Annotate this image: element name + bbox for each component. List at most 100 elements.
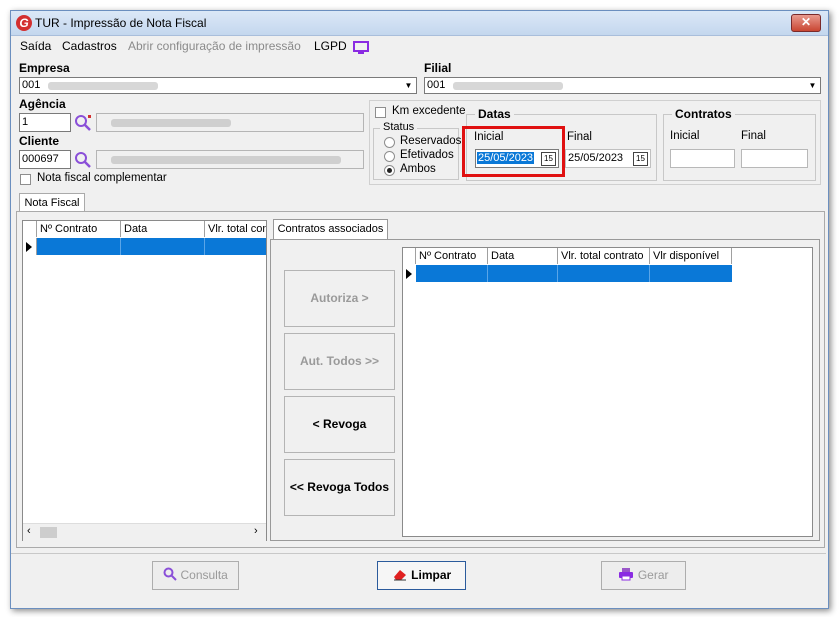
datas-final-value: 25/05/2023	[568, 152, 624, 164]
datas-final-label: Final	[567, 131, 592, 143]
row-cell-separator	[120, 238, 121, 255]
right-col-contrato[interactable]: Nº Contrato	[416, 248, 488, 264]
main-window: G TUR - Impressão de Nota Fiscal ✕ Saída…	[10, 10, 829, 609]
right-grid-corner	[403, 248, 416, 264]
contratos-final-label: Final	[741, 130, 766, 142]
radio-efetivados[interactable]	[384, 151, 395, 162]
empresa-label: Empresa	[19, 61, 70, 75]
datas-title: Datas	[475, 107, 514, 121]
cliente-name-field	[96, 150, 364, 169]
tab-nota-fiscal[interactable]: Nota Fiscal	[19, 193, 85, 213]
title-bar: G TUR - Impressão de Nota Fiscal ✕	[11, 11, 828, 36]
tab-contratos-associados[interactable]: Contratos associados	[273, 219, 388, 240]
bottom-divider	[11, 553, 826, 554]
gerar-label: Gerar	[637, 568, 669, 582]
scrollbar-thumb[interactable]	[40, 527, 57, 538]
empresa-select[interactable]: 001 ▼	[19, 77, 417, 94]
row-cell-separator	[204, 238, 205, 255]
empresa-value: 001	[22, 79, 41, 91]
right-grid-header: Nº Contrato Data Vlr. total contrato Vlr…	[403, 248, 732, 266]
consulta-button: Consulta	[152, 561, 239, 590]
chevron-down-icon: ▼	[404, 81, 413, 90]
cliente-label: Cliente	[19, 134, 60, 148]
left-grid-corner	[23, 221, 37, 237]
cliente-input[interactable]: 000697	[19, 150, 71, 169]
nota-complementar-label: Nota fiscal complementar	[37, 172, 167, 184]
contratos-title: Contratos	[672, 107, 735, 121]
revoga-todos-button[interactable]: << Revoga Todos	[284, 459, 395, 516]
highlight-box	[462, 126, 565, 177]
left-col-vlr-total[interactable]: Vlr. total contrato	[205, 221, 266, 237]
close-icon: ✕	[800, 15, 812, 29]
km-excedente-checkbox[interactable]	[375, 107, 386, 118]
aut-todos-label: Aut. Todos >>	[299, 354, 380, 368]
radio-ambos[interactable]	[384, 165, 395, 176]
agencia-name-redacted	[111, 119, 231, 127]
menu-cadastros[interactable]: Cadastros	[62, 39, 117, 53]
cliente-name-redacted	[111, 156, 341, 164]
menu-abrir-configuracao: Abrir configuração de impressão	[128, 39, 301, 53]
datas-final-input[interactable]: 25/05/2023 15	[565, 149, 651, 168]
contratos-final-input[interactable]	[741, 149, 808, 168]
limpar-button[interactable]: Limpar	[377, 561, 466, 590]
search-icon[interactable]	[74, 114, 92, 132]
window-title: TUR - Impressão de Nota Fiscal	[35, 16, 207, 30]
row-indicator-icon	[403, 265, 417, 282]
contratos-inicial-input[interactable]	[670, 149, 735, 168]
contratos-group: Contratos	[663, 107, 816, 181]
radio-reservados-label: Reservados	[400, 135, 462, 147]
gerar-button: Gerar	[601, 561, 686, 590]
row-indicator-icon	[23, 238, 37, 255]
filial-name-redacted	[453, 82, 563, 90]
calendar-icon[interactable]: 15	[633, 152, 648, 166]
revoga-label: < Revoga	[312, 417, 367, 431]
chevron-right-icon[interactable]: ›	[254, 525, 258, 537]
search-icon	[163, 567, 177, 581]
radio-reservados[interactable]	[384, 137, 395, 148]
right-col-data[interactable]: Data	[488, 248, 558, 264]
aut-todos-button: Aut. Todos >>	[284, 333, 395, 390]
agencia-label: Agência	[19, 97, 66, 111]
row-cell-separator	[649, 265, 650, 282]
filial-value: 001	[427, 79, 446, 91]
monitor-icon[interactable]	[353, 41, 369, 54]
empresa-name-redacted	[48, 82, 158, 90]
agencia-input[interactable]: 1	[19, 113, 71, 132]
left-grid[interactable]: Nº Contrato Data Vlr. total contrato ‹ ›	[22, 220, 267, 541]
close-button[interactable]: ✕	[791, 14, 821, 32]
filial-label: Filial	[424, 61, 452, 75]
limpar-label: Limpar	[411, 568, 452, 582]
consulta-label: Consulta	[180, 568, 228, 582]
agencia-name-field	[96, 113, 364, 132]
horizontal-scrollbar[interactable]: ‹ ›	[23, 523, 266, 541]
row-cell-separator	[487, 265, 488, 282]
autoriza-label: Autoriza >	[310, 291, 369, 305]
radio-efetivados-label: Efetivados	[400, 149, 454, 161]
menu-bar: Saída Cadastros Abrir configuração de im…	[11, 36, 828, 56]
menu-lgpd[interactable]: LGPD	[314, 39, 347, 53]
left-col-data[interactable]: Data	[121, 221, 205, 237]
status-title: Status	[380, 121, 418, 133]
contratos-inicial-label: Inicial	[670, 130, 700, 142]
eraser-icon	[393, 570, 406, 581]
revoga-button[interactable]: < Revoga	[284, 396, 395, 453]
revoga-todos-label: << Revoga Todos	[289, 480, 390, 494]
right-grid[interactable]: Nº Contrato Data Vlr. total contrato Vlr…	[402, 247, 813, 537]
chevron-left-icon[interactable]: ‹	[27, 525, 31, 537]
app-logo-icon: G	[16, 15, 32, 31]
table-row[interactable]	[37, 238, 266, 255]
radio-ambos-label: Ambos	[400, 163, 436, 175]
printer-icon	[619, 568, 634, 581]
chevron-down-icon: ▼	[808, 81, 817, 90]
table-row[interactable]	[416, 265, 732, 282]
nota-complementar-checkbox[interactable]	[20, 174, 31, 185]
autoriza-button: Autoriza >	[284, 270, 395, 327]
row-cell-separator	[557, 265, 558, 282]
search-icon[interactable]	[74, 151, 92, 169]
filial-select[interactable]: 001 ▼	[424, 77, 821, 94]
right-col-vlr-total[interactable]: Vlr. total contrato	[558, 248, 650, 264]
menu-saida[interactable]: Saída	[20, 39, 51, 53]
left-col-contrato[interactable]: Nº Contrato	[37, 221, 121, 237]
km-excedente-label: Km excedente	[392, 105, 466, 117]
right-col-vlr-disponivel[interactable]: Vlr disponível	[650, 248, 732, 264]
